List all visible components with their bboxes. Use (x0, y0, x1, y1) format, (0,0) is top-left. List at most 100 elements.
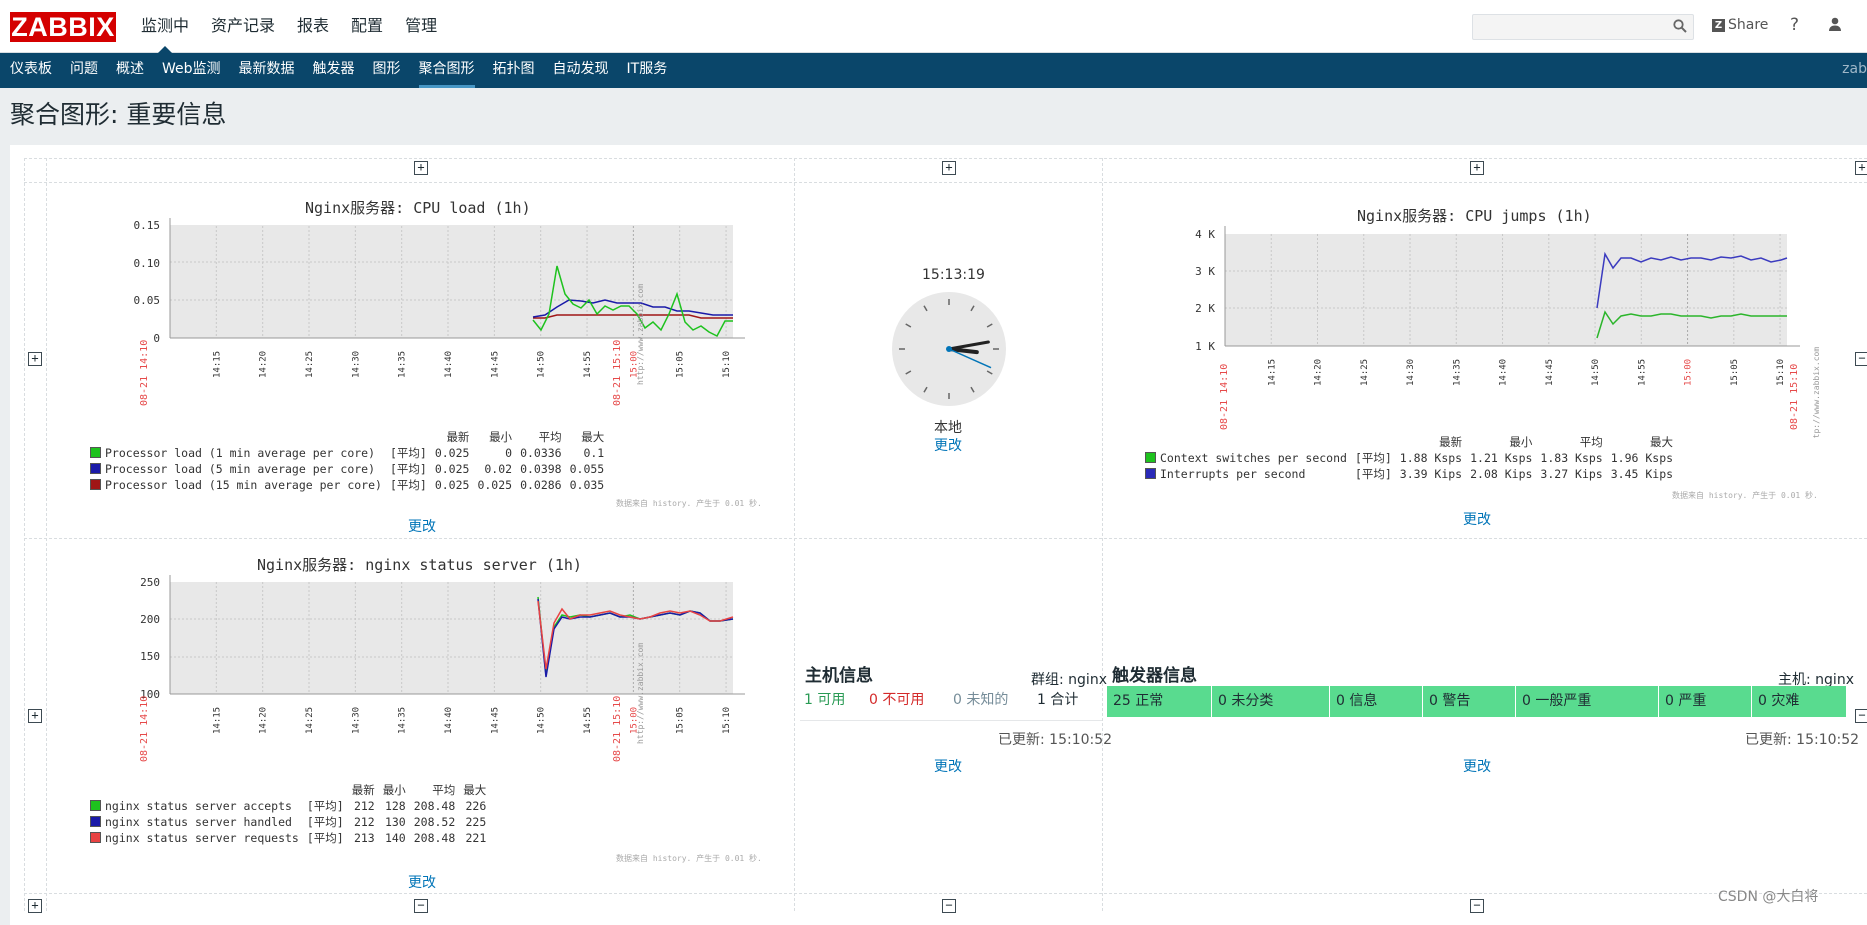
legend-header-last: 最新 (351, 783, 375, 797)
sub-menu-maps[interactable]: 拓扑图 (484, 53, 544, 88)
legend-func: [平均] (1354, 451, 1392, 465)
analog-clock (892, 292, 1006, 406)
top-menu-administration[interactable]: 管理 (394, 0, 448, 52)
time-start-label: 08-21 14:10 (1219, 364, 1230, 430)
share-link[interactable]: Z Share (1712, 17, 1768, 33)
legend-last: 1.88 Ksps (1399, 451, 1463, 465)
x-tick-labels: 14:15 14:20 14:25 14:30 14:35 14:40 14:45 14:50… (212, 707, 732, 734)
time-end-label: 08-21 15:10 (612, 696, 623, 762)
change-link[interactable]: 更改 (1463, 509, 1491, 529)
legend-min: 128 (384, 799, 406, 813)
y-tick-label: 0.05 (134, 294, 161, 307)
trigger-severity-bar: 25 正常 0 未分类 0 信息 0 警告 0 一般严重 0 严重 0 灾难 (1107, 686, 1847, 717)
zabbix-logo[interactable]: ZABBIX (10, 12, 116, 42)
search-input[interactable] (1472, 14, 1694, 40)
sub-menu-discovery[interactable]: 自动发现 (544, 53, 618, 88)
sub-menu-triggers[interactable]: 触发器 (304, 53, 364, 88)
time-end-label: 08-21 15:10 (612, 340, 623, 406)
sub-menu-latest-data[interactable]: 最新数据 (230, 53, 304, 88)
generated-note: 数据来自 history. 产生于 0.01 秒. (1672, 491, 1818, 500)
change-link[interactable]: 更改 (934, 756, 962, 776)
legend-header-max: 最大 (1650, 435, 1674, 449)
x-tick-label: 15:05 (1730, 359, 1740, 386)
legend-header-max: 最大 (581, 430, 605, 444)
change-link[interactable]: 更改 (934, 435, 962, 455)
legend-item-name: nginx status server handled (105, 815, 292, 829)
legend-last: 212 (353, 799, 375, 813)
remove-row-button[interactable]: − (1855, 709, 1867, 723)
trigger-high-count: 0 严重 (1659, 686, 1752, 717)
x-tick-label: 14:25 (305, 351, 315, 378)
x-tick-label: 14:20 (1314, 359, 1324, 386)
legend-func: [平均] (306, 831, 344, 845)
sub-menu-overview[interactable]: 概述 (107, 53, 153, 88)
server-name: zab (1842, 61, 1867, 77)
legend-last: 0.025 (434, 462, 470, 476)
legend-min: 0.025 (477, 478, 513, 492)
change-link[interactable]: 更改 (1463, 756, 1491, 776)
grid-line (24, 538, 1867, 539)
legend-max: 0.055 (569, 462, 605, 476)
change-link[interactable]: 更改 (408, 516, 436, 536)
add-row-button[interactable]: + (28, 352, 42, 366)
trigger-info-updated: 已更新: 15:10:52 (1745, 732, 1860, 748)
top-menu-monitoring[interactable]: 监测中 (130, 0, 200, 53)
time-start-label: 08-21 14:10 (139, 696, 150, 762)
x-tick-label: 14:50 (1591, 359, 1601, 386)
y-tick-label: 0.15 (134, 219, 161, 232)
x-tick-label: 14:35 (398, 351, 408, 378)
sub-menu-dashboard[interactable]: 仪表板 (1, 53, 61, 88)
legend-func: [平均] (389, 478, 427, 492)
y-tick-label: 0 (153, 332, 160, 345)
time-end-label: 08-21 15:10 (1789, 364, 1800, 430)
sub-menu-graphs[interactable]: 图形 (364, 53, 410, 88)
legend-row: nginx status server handled [平均] 212 130 208… (90, 814, 494, 830)
x-tick-label: 14:45 (490, 351, 500, 378)
cpu-jumps-y-axis: 4 K 3 K 2 K 1 K (1195, 228, 1215, 353)
add-column-button[interactable]: + (942, 161, 956, 175)
legend-row: nginx status server accepts [平均] 212 128 208… (90, 798, 494, 814)
remove-row-button[interactable]: − (1855, 352, 1867, 366)
host-info-row: 1 可用 0 不可用 0 未知的 1 合计 (800, 680, 1102, 721)
x-tick-label: 14:55 (583, 707, 593, 734)
x-tick-label: 15:05 (676, 351, 686, 378)
top-menu-configuration[interactable]: 配置 (340, 0, 394, 52)
trigger-ok-count: 25 正常 (1107, 686, 1212, 717)
y-tick-label: 3 K (1195, 265, 1215, 278)
user-profile-icon[interactable] (1827, 16, 1843, 32)
search-icon[interactable] (1673, 19, 1687, 33)
sub-menu-it-services[interactable]: IT服务 (618, 53, 677, 88)
help-icon[interactable]: ? (1790, 15, 1799, 35)
legend-swatch (90, 800, 101, 811)
add-column-button[interactable]: + (1470, 161, 1484, 175)
top-menu-reports[interactable]: 报表 (286, 0, 340, 52)
sub-menu-problems[interactable]: 问题 (61, 53, 107, 88)
add-row-button[interactable]: + (28, 709, 42, 723)
legend-header-avg: 平均 (1579, 435, 1603, 449)
legend-item-name: nginx status server requests (105, 831, 299, 845)
y-tick-label: 150 (140, 650, 160, 663)
trigger-information-count: 0 信息 (1330, 686, 1423, 717)
legend-last: 213 (353, 831, 375, 845)
grid-line (24, 182, 1867, 183)
x-tick-label: 15:05 (676, 707, 686, 734)
trigger-disaster-count: 0 灾难 (1752, 686, 1847, 717)
x-tick-label: 15:10 (722, 707, 732, 734)
top-menu-inventory[interactable]: 资产记录 (200, 0, 286, 52)
x-tick-label: 14:55 (1637, 359, 1647, 386)
sub-menu-screens[interactable]: 聚合图形 (410, 53, 484, 88)
x-tick-label: 14:15 (1267, 359, 1277, 386)
legend-swatch (1145, 452, 1156, 463)
legend-item-name: Processor load (1 min average per core) (105, 446, 376, 460)
add-column-button[interactable]: + (1855, 161, 1867, 175)
legend-item-name: Processor load (5 min average per core) (105, 462, 376, 476)
legend-last: 0.025 (434, 446, 470, 460)
change-link[interactable]: 更改 (408, 872, 436, 892)
legend-swatch (90, 832, 101, 843)
legend-avg: 0.0398 (520, 462, 562, 476)
add-column-button[interactable]: + (414, 161, 428, 175)
legend-avg: 0.0336 (520, 446, 562, 460)
sub-menu-web[interactable]: Web监测 (153, 53, 230, 88)
legend-max: 1.96 Ksps (1610, 451, 1674, 465)
legend-last: 3.39 Kips (1399, 467, 1463, 481)
